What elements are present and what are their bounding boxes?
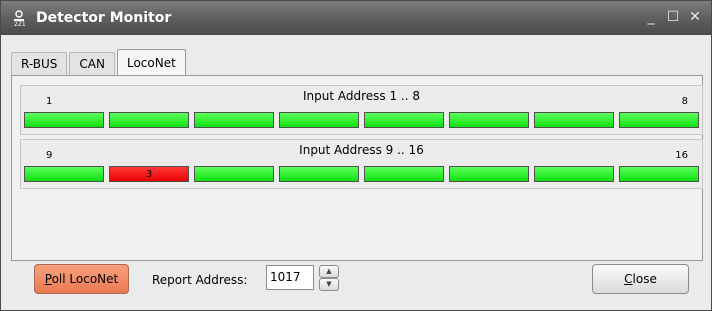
row-title: Input Address 1 .. 8 (302, 89, 421, 103)
detector-6 (449, 112, 529, 128)
detector-14 (449, 166, 529, 182)
app-icon: 2Z1 (11, 10, 27, 28)
detector-15 (534, 166, 614, 182)
input-row-1-8: Input Address 1 .. 8 1 8 (20, 85, 703, 135)
input-row-9-16: Input Address 9 .. 16 9 16 3 (20, 139, 703, 189)
poll-loconet-button[interactable]: Poll LocoNet (34, 264, 129, 294)
title-bar[interactable]: 2Z1 Detector Monitor _ ☐ ✕ (1, 1, 711, 35)
report-address-input[interactable]: 1017 (266, 265, 314, 290)
detector-3 (194, 112, 274, 128)
detector-8 (619, 112, 699, 128)
row-first-address: 9 (46, 150, 53, 161)
close-button[interactable]: Close (592, 264, 689, 294)
maximize-button[interactable]: ☐ (664, 8, 682, 26)
spin-down-button[interactable]: ▼ (319, 278, 339, 291)
close-window-button[interactable]: ✕ (686, 8, 704, 26)
tab-loconet[interactable]: LocoNet (116, 49, 186, 76)
window-title: Detector Monitor (36, 10, 172, 26)
detector-12 (279, 166, 359, 182)
report-address-label: Report Address: (152, 273, 248, 287)
row-title: Input Address 9 .. 16 (299, 143, 424, 157)
detector-13 (364, 166, 444, 182)
detector-11 (194, 166, 274, 182)
detector-1 (24, 112, 104, 128)
detector-10: 3 (109, 166, 189, 182)
detector-4 (279, 112, 359, 128)
row-last-address: 8 (681, 96, 688, 107)
tab-bar: R-BUS CAN LocoNet (11, 49, 188, 76)
detector-9 (24, 166, 104, 182)
detector-16 (619, 166, 699, 182)
svg-text:2Z1: 2Z1 (14, 21, 26, 26)
detector-monitor-window: 2Z1 Detector Monitor _ ☐ ✕ R-BUS CAN Loc… (0, 0, 712, 311)
tab-r-bus[interactable]: R-BUS (11, 52, 68, 76)
detector-5 (364, 112, 444, 128)
detector-7 (534, 112, 614, 128)
tab-can[interactable]: CAN (69, 52, 115, 76)
spin-up-button[interactable]: ▲ (319, 265, 339, 278)
loconet-panel: Input Address 1 .. 8 1 8 Input Address 9… (11, 75, 703, 261)
minimize-button[interactable]: _ (642, 8, 660, 26)
row-last-address: 16 (675, 150, 688, 161)
detector-2 (109, 112, 189, 128)
row-first-address: 1 (46, 96, 53, 107)
